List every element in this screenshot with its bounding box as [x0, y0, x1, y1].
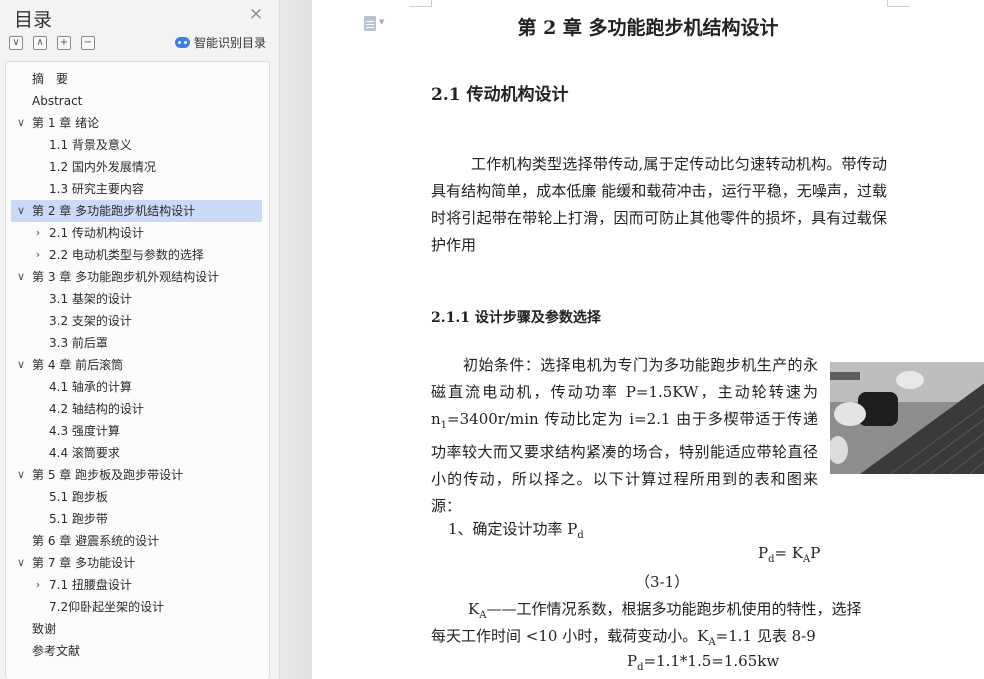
- toc-item[interactable]: 4.2 轴结构的设计: [6, 398, 269, 420]
- toc-item[interactable]: 5.1 跑步带: [6, 508, 269, 530]
- toc-item-label: 4.4 滚筒要求: [49, 446, 120, 460]
- chevron-down-icon[interactable]: ∨: [15, 266, 27, 288]
- chevron-down-icon[interactable]: ∨: [15, 112, 27, 134]
- toc-sidebar: 目录 × ∨ ∧ + − 智能识别目录 摘 要 Abstract ∨ 第 1 章 绪论…: [0, 0, 280, 679]
- toc-item-label: 4.2 轴结构的设计: [49, 402, 144, 416]
- toc-item[interactable]: 致谢: [6, 618, 269, 640]
- toc-item[interactable]: 参考文献: [6, 640, 269, 662]
- toc-item[interactable]: › 7.1 扭腰盘设计: [6, 574, 269, 596]
- toc-item[interactable]: 第 6 章 避震系统的设计: [6, 530, 269, 552]
- smart-toc-label: 智能识别目录: [194, 36, 267, 50]
- toc-item[interactable]: 4.4 滚筒要求: [6, 442, 269, 464]
- expand-up-icon[interactable]: ∧: [33, 36, 47, 50]
- toc-item-label: 4.3 强度计算: [49, 424, 120, 438]
- toc-item-label: 7.1 扭腰盘设计: [49, 578, 132, 592]
- toc-item[interactable]: ∨ 第 2 章 多功能跑步机结构设计: [11, 200, 262, 222]
- toc-item[interactable]: Abstract: [6, 90, 269, 112]
- subsection-title: 2.1.1 设计步骤及参数选择: [431, 310, 601, 326]
- chevron-down-icon[interactable]: ∨: [15, 200, 27, 222]
- toc-item[interactable]: 摘 要: [6, 68, 269, 90]
- toc-item[interactable]: 1.3 研究主要内容: [6, 178, 269, 200]
- toc-item[interactable]: ∨ 第 1 章 绪论: [6, 112, 269, 134]
- toc-item[interactable]: 7.2仰卧起坐架的设计: [6, 596, 269, 618]
- toc-item-label: 7.2仰卧起坐架的设计: [49, 600, 165, 614]
- treadmill-photo: [830, 362, 984, 474]
- calculation: Pd=1.1*1.5=1.65kw: [627, 652, 780, 673]
- toc-item[interactable]: › 2.1 传动机构设计: [6, 222, 269, 244]
- toc-item-label: 第 5 章 跑步板及跑步带设计: [32, 468, 184, 482]
- section-title: 2.1 传动机构设计: [431, 85, 569, 105]
- remove-level-icon[interactable]: −: [81, 36, 95, 50]
- add-level-icon[interactable]: +: [57, 36, 71, 50]
- toc-item[interactable]: ∨ 第 7 章 多功能设计: [6, 552, 269, 574]
- chevron-down-icon[interactable]: ∨: [15, 552, 27, 574]
- smart-toc-button[interactable]: 智能识别目录: [175, 34, 266, 51]
- toc-item[interactable]: ∨ 第 5 章 跑步板及跑步带设计: [6, 464, 269, 486]
- toc-item-label: 3.2 支架的设计: [49, 314, 132, 328]
- equation-number: （3-1）: [635, 573, 690, 591]
- toc-item[interactable]: 3.2 支架的设计: [6, 310, 269, 332]
- toc-item-label: 2.2 电动机类型与参数的选择: [49, 248, 204, 262]
- toc-item-label: 摘 要: [32, 72, 69, 86]
- toc-toolbar: ∨ ∧ + −: [9, 36, 95, 50]
- toc-item-label: 致谢: [32, 622, 57, 636]
- toc-item[interactable]: 3.1 基架的设计: [6, 288, 269, 310]
- chevron-right-icon[interactable]: ›: [32, 222, 44, 244]
- toc-item-label: 3.3 前后罩: [49, 336, 108, 350]
- toc-item[interactable]: 1.1 背景及意义: [6, 134, 269, 156]
- chevron-down-icon[interactable]: ∨: [15, 354, 27, 376]
- toc-item-label: 1.2 国内外发展情况: [49, 160, 156, 174]
- toc-item-label: 4.1 轴承的计算: [49, 380, 132, 394]
- sidebar-title: 目录: [14, 9, 53, 31]
- body-paragraph: 每天工作时间 <10 小时，载荷变动小。KA=1.1 见表 8-9: [431, 627, 816, 648]
- toc-item[interactable]: 3.3 前后罩: [6, 332, 269, 354]
- toc-item-label: 第 1 章 绪论: [32, 116, 100, 130]
- page-corner-mark: [887, 0, 910, 7]
- formula: Pd= KAP: [758, 544, 821, 565]
- toc-item-label: 5.1 跑步带: [49, 512, 108, 526]
- toc-item[interactable]: 4.3 强度计算: [6, 420, 269, 442]
- close-icon[interactable]: ×: [248, 6, 264, 23]
- chevron-right-icon[interactable]: ›: [32, 574, 44, 596]
- toc-item[interactable]: ∨ 第 4 章 前后滚筒: [6, 354, 269, 376]
- toc-item-label: 第 4 章 前后滚筒: [32, 358, 124, 372]
- body-paragraph: KA——工作情况系数，根据多功能跑步机使用的特性，选择: [468, 600, 862, 621]
- chapter-title: 第 2 章 多功能跑步机结构设计: [517, 17, 779, 39]
- toc-item-label: 2.1 传动机构设计: [49, 226, 144, 240]
- toc-panel: 摘 要 Abstract ∨ 第 1 章 绪论 1.1 背景及意义 1.2 国内外发展情况…: [5, 61, 270, 679]
- toc-item[interactable]: ∨ 第 3 章 多功能跑步机外观结构设计: [6, 266, 269, 288]
- toc-list: 摘 要 Abstract ∨ 第 1 章 绪论 1.1 背景及意义 1.2 国内外发展情况…: [6, 68, 269, 662]
- toc-item-label: 第 2 章 多功能跑步机结构设计: [32, 204, 196, 218]
- toc-item-label: Abstract: [32, 94, 83, 108]
- toc-item[interactable]: › 2.2 电动机类型与参数的选择: [6, 244, 269, 266]
- toc-item-label: 第 6 章 避震系统的设计: [32, 534, 160, 548]
- toc-item[interactable]: 5.1 跑步板: [6, 486, 269, 508]
- step-heading: 1、确定设计功率 Pd: [448, 520, 584, 541]
- chevron-right-icon[interactable]: ›: [32, 244, 44, 266]
- toc-item-label: 3.1 基架的设计: [49, 292, 132, 306]
- chevron-down-icon[interactable]: ∨: [15, 464, 27, 486]
- toc-item[interactable]: 1.2 国内外发展情况: [6, 156, 269, 178]
- document-page: ▼ 第 2 章 多功能跑步机结构设计 2.1 传动机构设计 工作机构类型选择带传…: [312, 0, 984, 679]
- toc-item-label: 第 3 章 多功能跑步机外观结构设计: [32, 270, 220, 284]
- viewer-gutter: [281, 0, 312, 679]
- body-paragraph: 工作机构类型选择带传动,属于定传动比匀速转动机构。带传动具有结构简单，成本低廉 …: [431, 155, 887, 254]
- body-paragraph: 初始条件：选择电机为专门为多功能跑步机生产的永磁直流电动机，传动功率 P=1.5…: [431, 356, 818, 515]
- smart-toc-icon: [175, 37, 190, 48]
- toc-item[interactable]: 4.1 轴承的计算: [6, 376, 269, 398]
- toc-item-label: 1.1 背景及意义: [49, 138, 132, 152]
- toc-item-label: 1.3 研究主要内容: [49, 182, 144, 196]
- collapse-all-icon[interactable]: ∨: [9, 36, 23, 50]
- toc-item-label: 5.1 跑步板: [49, 490, 108, 504]
- toc-item-label: 第 7 章 多功能设计: [32, 556, 136, 570]
- toc-item-label: 参考文献: [32, 644, 81, 658]
- page-corner-mark: [409, 0, 432, 7]
